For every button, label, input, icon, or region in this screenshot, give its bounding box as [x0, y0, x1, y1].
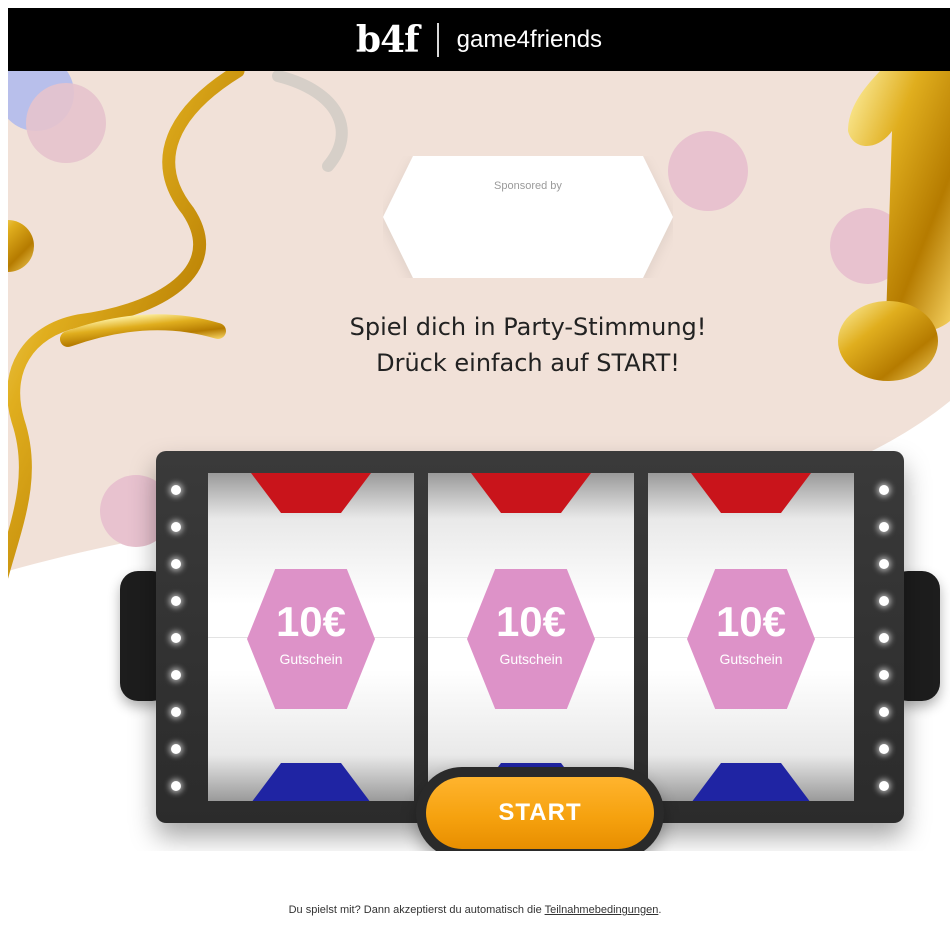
light-bulbs-left — [169, 485, 183, 818]
red-symbol — [471, 473, 591, 513]
confetti-dot — [26, 83, 106, 163]
logo-divider — [436, 22, 439, 57]
headline-line-2: Drück einfach auf START! — [376, 349, 680, 377]
footer-suffix: . — [658, 904, 662, 916]
sponsor-badge: Sponsored by — [383, 156, 673, 278]
voucher-amount: 10€ — [495, 598, 567, 645]
light-bulb — [879, 633, 889, 643]
footer-text: Du spielst mit? Dann akzeptierst du auto… — [288, 904, 545, 916]
terms-footer: Du spielst mit? Dann akzeptierst du auto… — [0, 904, 950, 916]
light-bulb — [879, 707, 889, 717]
light-bulb — [171, 707, 181, 717]
blue-symbol — [251, 763, 371, 801]
slot-machine: 10€ Gutschein 10€ Gutschein 10€ Gutschei… — [120, 451, 940, 851]
voucher-symbol: 10€ Gutschein — [687, 569, 815, 709]
light-bulb — [171, 670, 181, 680]
reel-1: 10€ Gutschein — [208, 473, 414, 801]
voucher-symbol: 10€ Gutschein — [467, 569, 595, 709]
voucher-symbol: 10€ Gutschein — [247, 569, 375, 709]
headline-line-1: Spiel dich in Party-Stimmung! — [349, 313, 707, 341]
light-bulb — [879, 596, 889, 606]
confetti-dot — [668, 131, 748, 211]
game-scene: Sponsored by Spiel dich in Party-Stimmun… — [8, 71, 950, 851]
light-bulb — [171, 781, 181, 791]
light-bulb — [171, 559, 181, 569]
terms-link[interactable]: Teilnahmebedingungen — [545, 904, 659, 916]
light-bulb — [171, 596, 181, 606]
start-button[interactable]: START — [416, 767, 664, 851]
light-bulb — [171, 633, 181, 643]
light-bulb — [879, 670, 889, 680]
light-bulb — [171, 744, 181, 754]
light-bulb — [171, 522, 181, 532]
light-bulbs-right — [877, 485, 891, 818]
logo-subtitle: game4friends — [456, 25, 603, 53]
red-symbol — [691, 473, 811, 513]
reel-3: 10€ Gutschein — [648, 473, 854, 801]
reel-2: 10€ Gutschein — [428, 473, 634, 801]
voucher-label: Gutschein — [499, 651, 563, 667]
voucher-amount: 10€ — [715, 598, 787, 645]
start-button-label[interactable]: START — [426, 777, 654, 849]
blue-symbol — [691, 763, 811, 801]
voucher-amount: 10€ — [275, 598, 347, 645]
red-symbol — [251, 473, 371, 513]
headline: Spiel dich in Party-Stimmung! Drück einf… — [208, 309, 848, 381]
light-bulb — [171, 485, 181, 495]
light-bulb — [879, 744, 889, 754]
sponsored-by-label: Sponsored by — [494, 180, 562, 192]
voucher-label: Gutschein — [719, 651, 783, 667]
b4f-logo: b4f — [355, 18, 420, 61]
gold-balloon-base — [838, 301, 938, 381]
voucher-label: Gutschein — [279, 651, 343, 667]
light-bulb — [879, 522, 889, 532]
light-bulb — [879, 559, 889, 569]
light-bulb — [879, 781, 889, 791]
top-header-bar: b4f game4friends — [8, 8, 950, 71]
light-bulb — [879, 485, 889, 495]
